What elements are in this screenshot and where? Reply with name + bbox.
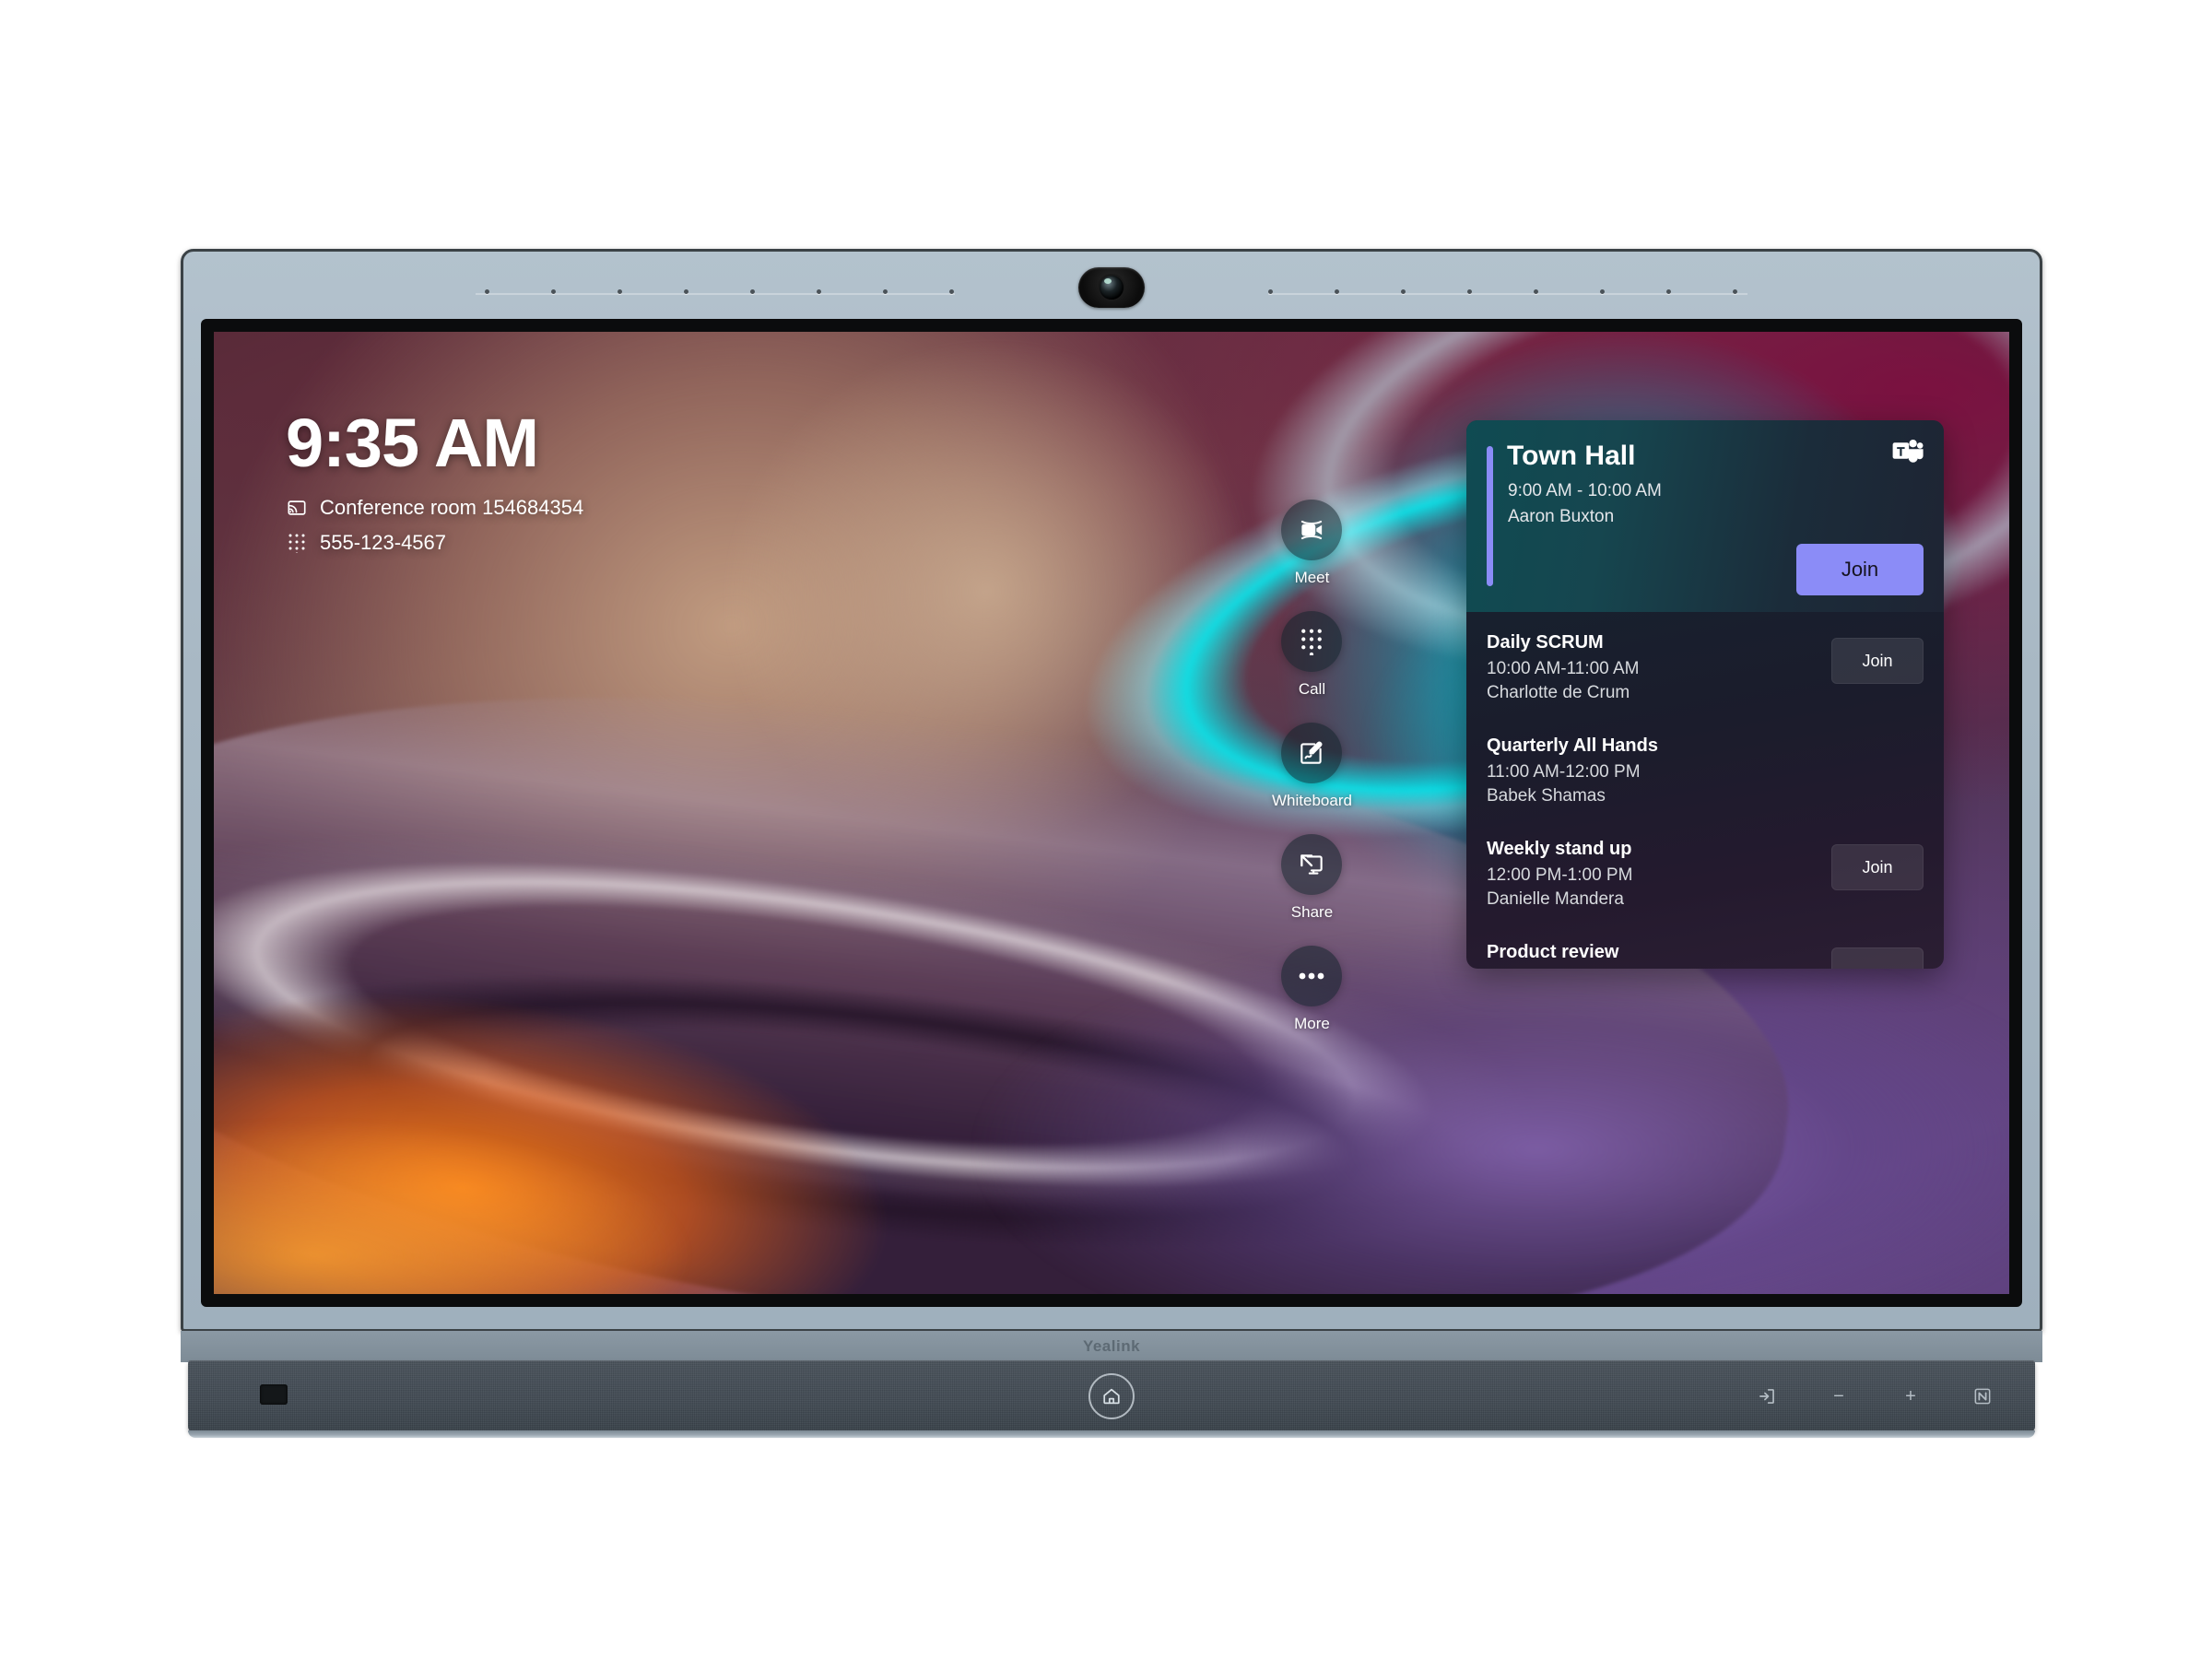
rail-label-more: More	[1294, 1015, 1330, 1032]
table-row[interactable]: Product review	[1466, 922, 1944, 969]
dialpad-icon	[286, 532, 308, 554]
mic-hole	[883, 289, 888, 294]
join-button[interactable]: Join	[1831, 638, 1924, 684]
input-source-icon[interactable]	[1757, 1386, 1777, 1406]
brand-logo-text: Yealink	[1082, 1337, 1141, 1355]
volume-down-icon[interactable]: −	[1829, 1386, 1849, 1406]
join-button[interactable]: Join	[1831, 844, 1924, 890]
rail-item-share[interactable]: Share	[1281, 834, 1343, 922]
mic-hole	[949, 289, 954, 294]
video-camera-icon	[1281, 500, 1343, 560]
rail-item-more[interactable]: More	[1281, 946, 1343, 1033]
featured-accent-bar	[1487, 446, 1493, 586]
device-bezel: 9:35 AM Conference room 154684354 555-12…	[181, 249, 2042, 1332]
camera-module	[1078, 267, 1145, 308]
volume-up-icon[interactable]: +	[1900, 1386, 1921, 1406]
mic-hole	[750, 289, 755, 294]
brand-strip: Yealink	[181, 1331, 2042, 1362]
rail-label-share: Share	[1290, 903, 1334, 921]
mic-hole	[1401, 289, 1406, 294]
dialpad-icon	[1281, 611, 1343, 672]
rail-label-whiteboard: Whiteboard	[1272, 792, 1352, 809]
mic-hole	[1268, 289, 1273, 294]
phone-number-row: 555-123-4567	[286, 531, 583, 555]
meeting-title: Quarterly All Hands	[1487, 735, 1658, 756]
room-name-row: Conference room 154684354	[286, 496, 583, 520]
room-name-text: Conference room 154684354	[320, 496, 584, 519]
home-button[interactable]	[1088, 1373, 1135, 1419]
mic-hole	[684, 289, 688, 294]
microsoft-teams-icon	[1892, 439, 1924, 466]
yealink-meetingboard-device: 9:35 AM Conference room 154684354 555-12…	[181, 249, 2042, 1438]
featured-meeting-organizer: Aaron Buxton	[1508, 507, 1615, 526]
mic-hole	[618, 289, 622, 294]
mic-hole	[551, 289, 556, 294]
featured-meeting-time: 9:00 AM - 10:00 AM	[1508, 481, 1662, 500]
screenshot-canvas: 9:35 AM Conference room 154684354 555-12…	[0, 0, 2212, 1659]
mic-hole	[485, 289, 489, 294]
rail-item-whiteboard[interactable]: Whiteboard	[1272, 723, 1352, 810]
rail-label-call: Call	[1298, 680, 1326, 698]
soundbar-foot	[188, 1430, 2035, 1438]
rail-label-meet: Meet	[1294, 569, 1330, 586]
camera-lens-icon	[1100, 276, 1124, 300]
mic-hole	[1600, 289, 1605, 294]
soundbar: − +	[188, 1360, 2035, 1432]
rail-item-meet[interactable]: Meet	[1281, 500, 1343, 587]
action-rail: Meet Call Whiteboard Share More	[1272, 500, 1352, 1033]
screen-share-icon	[1281, 834, 1343, 895]
rail-item-call[interactable]: Call	[1281, 611, 1343, 699]
table-row[interactable]: Daily SCRUM 10:00 AM-11:00 AM Charlotte …	[1466, 612, 1944, 715]
display-screen: 9:35 AM Conference room 154684354 555-12…	[214, 332, 2009, 1294]
agenda-panel: Town Hall 9:00 AM - 10:00 AM Aaron Buxto…	[1466, 420, 1944, 969]
meeting-organizer: Babek Shamas	[1487, 786, 1606, 806]
join-button[interactable]	[1831, 947, 1924, 969]
meeting-list: Daily SCRUM 10:00 AM-11:00 AM Charlotte …	[1466, 612, 1944, 969]
table-row[interactable]: Quarterly All Hands 11:00 AM-12:00 PM Ba…	[1466, 715, 1944, 818]
mic-hole	[1335, 289, 1339, 294]
soundbar-controls: − +	[1757, 1360, 1993, 1432]
clock-block: 9:35 AM Conference room 154684354 555-12…	[286, 409, 583, 555]
mic-array-line-right	[1268, 293, 1747, 295]
clock-time: 9:35 AM	[286, 405, 539, 481]
ellipsis-icon	[1281, 946, 1343, 1006]
featured-meeting-title: Town Hall	[1507, 441, 1636, 471]
join-button-featured[interactable]: Join	[1796, 544, 1924, 595]
mic-hole	[1666, 289, 1671, 294]
ir-receiver-window	[260, 1384, 288, 1405]
meeting-organizer: Danielle Mandera	[1487, 889, 1624, 909]
whiteboard-pen-icon	[1281, 723, 1343, 783]
cast-icon	[286, 497, 308, 519]
featured-meeting-card[interactable]: Town Hall 9:00 AM - 10:00 AM Aaron Buxto…	[1466, 420, 1944, 612]
mic-hole	[1467, 289, 1472, 294]
phone-number-text: 555-123-4567	[320, 531, 447, 554]
mic-hole	[1534, 289, 1538, 294]
mic-hole	[1733, 289, 1737, 294]
nfc-icon[interactable]	[1972, 1386, 1993, 1406]
table-row[interactable]: Weekly stand up 12:00 PM-1:00 PM Daniell…	[1466, 818, 1944, 922]
screen-frame: 9:35 AM Conference room 154684354 555-12…	[201, 319, 2022, 1307]
mic-hole	[817, 289, 821, 294]
meeting-organizer: Charlotte de Crum	[1487, 683, 1630, 702]
meeting-time: 11:00 AM-12:00 PM	[1487, 762, 1641, 782]
